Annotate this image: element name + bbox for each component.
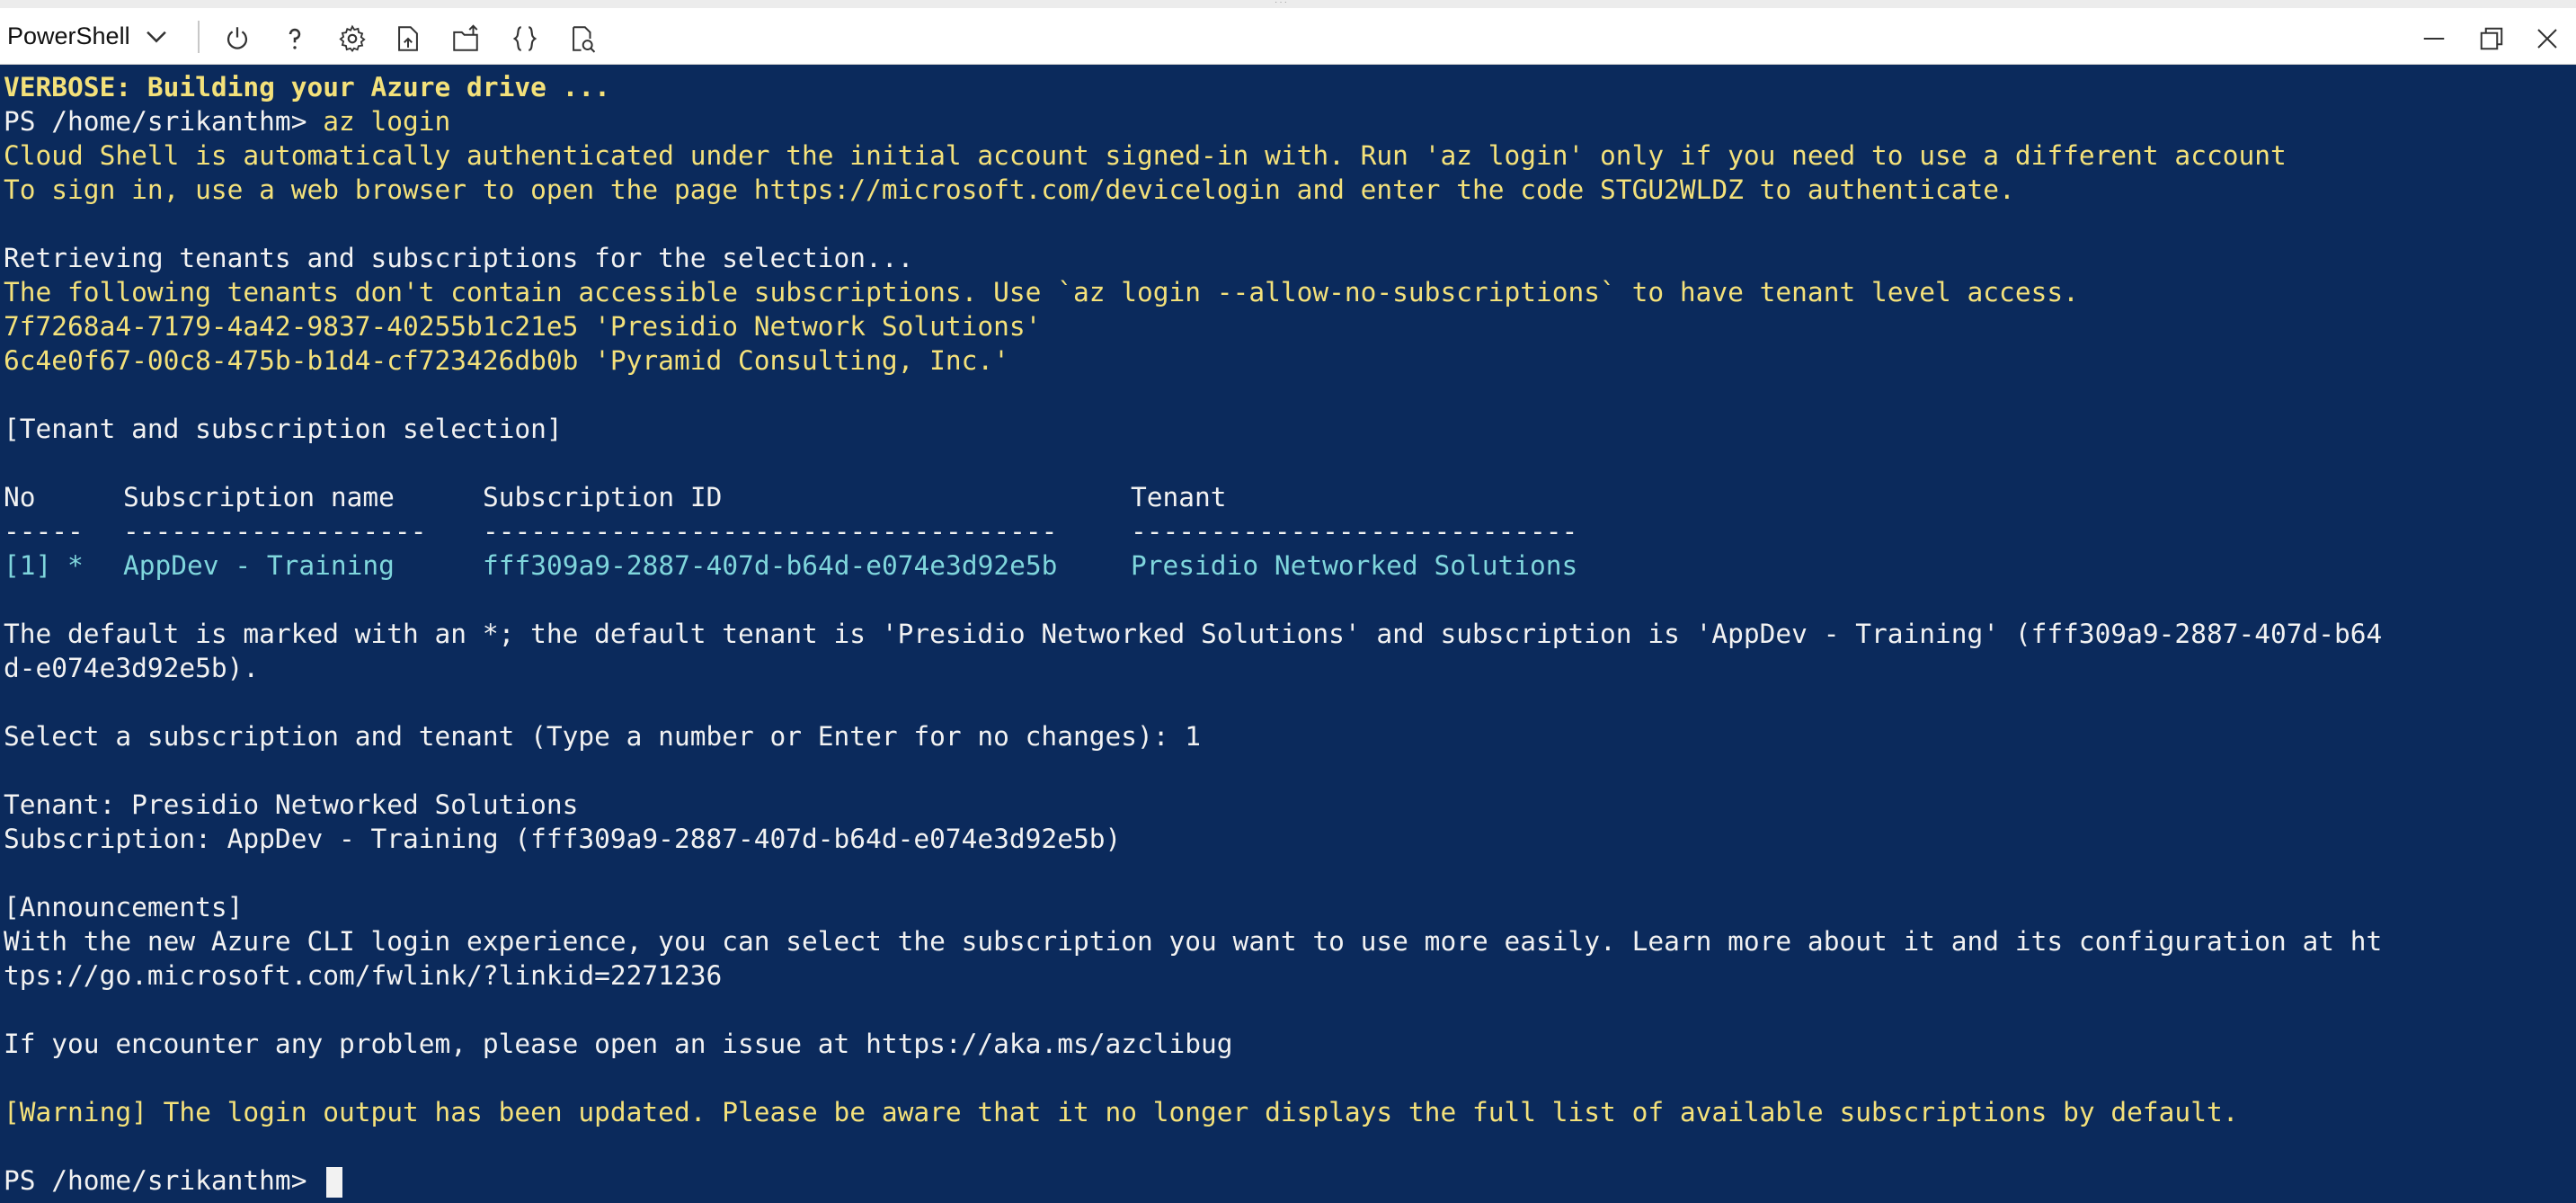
restore-button[interactable] bbox=[2474, 21, 2509, 57]
window-top-strip: ··· bbox=[0, 0, 2576, 8]
web-preview-icon bbox=[573, 26, 596, 53]
warning-line: [Warning] The login output has been upda… bbox=[4, 1097, 2239, 1127]
restart-button[interactable] bbox=[219, 21, 255, 57]
output-line: Subscription: AppDev - Training (fff309a… bbox=[4, 824, 1122, 854]
table-cell-subscription-id: fff309a9-2887-407d-b64d-e074e3d92e5b bbox=[483, 550, 1058, 581]
command-text: az login bbox=[323, 106, 451, 137]
output-line: To sign in, use a web browser to open th… bbox=[4, 174, 2015, 205]
restore-icon bbox=[2480, 27, 2503, 50]
close-icon bbox=[2537, 29, 2557, 49]
table-divider: ------------------- bbox=[123, 516, 427, 547]
output-line: Cloud Shell is automatically authenticat… bbox=[4, 140, 2287, 171]
open-file-share-button[interactable] bbox=[448, 21, 484, 57]
toolbar-divider bbox=[198, 21, 200, 53]
output-line: Tenant: Presidio Networked Solutions bbox=[4, 789, 579, 820]
minimize-button[interactable] bbox=[2416, 21, 2452, 57]
output-line: 7f7268a4-7179-4a42-9837-40255b1c21e5 'Pr… bbox=[4, 311, 1042, 342]
web-preview-button[interactable] bbox=[564, 21, 600, 57]
minimize-icon bbox=[2423, 38, 2445, 40]
gear-icon bbox=[339, 24, 366, 52]
output-line: d-e074e3d92e5b). bbox=[4, 653, 260, 683]
output-line: [Tenant and subscription selection] bbox=[4, 414, 563, 444]
table-cell-tenant: Presidio Networked Solutions bbox=[1131, 550, 1578, 581]
output-line: The default is marked with an *; the def… bbox=[4, 619, 2383, 649]
verbose-line: VERBOSE: Building your Azure drive ... bbox=[4, 72, 610, 102]
prompt-text: PS /home/srikanthm> bbox=[4, 1165, 324, 1196]
help-button[interactable] bbox=[277, 21, 313, 57]
close-button[interactable] bbox=[2529, 21, 2565, 57]
table-header-subscription-name: Subscription name bbox=[123, 482, 395, 512]
output-line: With the new Azure CLI login experience,… bbox=[4, 926, 2383, 957]
power-icon bbox=[227, 27, 248, 49]
prompt-line: PS /home/srikanthm> bbox=[4, 1163, 343, 1198]
output-line: If you encounter any problem, please ope… bbox=[4, 1029, 1233, 1059]
help-icon bbox=[289, 28, 301, 49]
table-header-subscription-id: Subscription ID bbox=[483, 482, 723, 512]
table-cell-subscription-name: AppDev - Training bbox=[123, 550, 395, 581]
terminal-cursor[interactable] bbox=[326, 1166, 343, 1198]
open-file-share-icon bbox=[453, 24, 478, 51]
braces-editor-icon bbox=[512, 26, 537, 51]
output-line: The following tenants don't contain acce… bbox=[4, 277, 2079, 307]
settings-button[interactable] bbox=[334, 21, 370, 57]
table-divider: ------------------------------------ bbox=[483, 516, 1058, 547]
output-line: tps://go.microsoft.com/fwlink/?linkid=22… bbox=[4, 960, 723, 991]
terminal-output[interactable]: VERBOSE: Building your Azure drive ... P… bbox=[0, 65, 2576, 1203]
upload-download-button[interactable] bbox=[390, 21, 426, 57]
output-line: [Announcements] bbox=[4, 892, 244, 922]
cloud-shell-toolbar: PowerShell bbox=[0, 8, 2576, 65]
output-line: 6c4e0f67-00c8-475b-b1d4-cf723426db0b 'Py… bbox=[4, 345, 1009, 376]
table-header-tenant: Tenant bbox=[1131, 482, 1227, 512]
shell-type-label: PowerShell bbox=[7, 22, 130, 49]
table-header-no: No bbox=[4, 482, 36, 512]
prompt-line: PS /home/srikanthm> az login bbox=[4, 104, 450, 138]
table-divider: ---------------------------- bbox=[1131, 516, 1578, 547]
upload-download-icon bbox=[398, 26, 418, 51]
drag-grip-icon[interactable]: ··· bbox=[1275, 0, 1301, 7]
table-divider: ----- bbox=[4, 516, 84, 547]
output-line: Retrieving tenants and subscriptions for… bbox=[4, 243, 914, 273]
table-cell-no: [1] * bbox=[4, 550, 84, 581]
chevron-down-icon bbox=[146, 31, 166, 43]
prompt-text: PS /home/srikanthm> bbox=[4, 106, 324, 137]
shell-type-select[interactable]: PowerShell bbox=[7, 17, 172, 55]
output-line: Select a subscription and tenant (Type a… bbox=[4, 721, 1202, 752]
editor-button[interactable] bbox=[507, 21, 543, 57]
